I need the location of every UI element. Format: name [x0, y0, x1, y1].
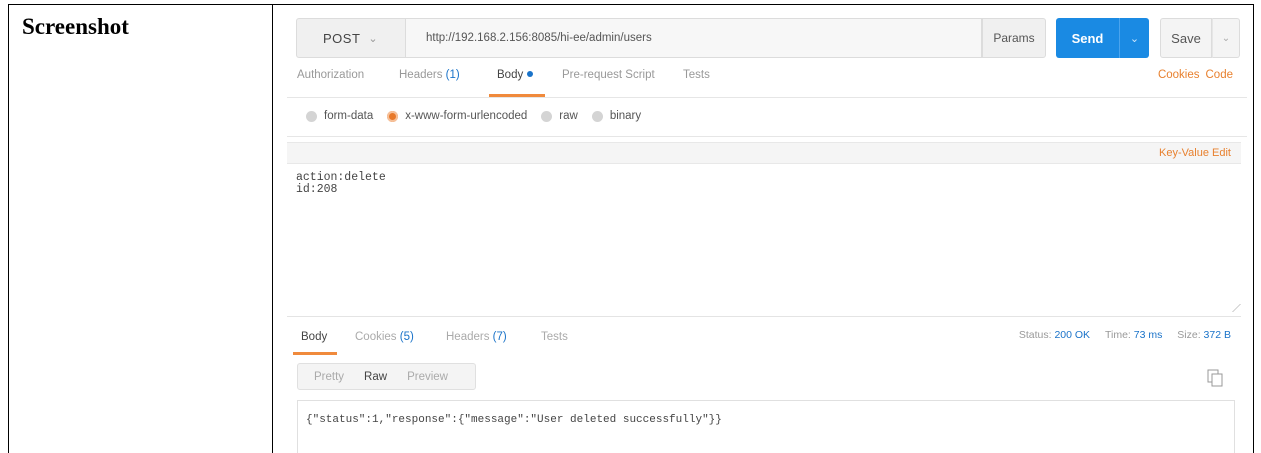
tab-label: Cookies	[355, 331, 397, 343]
request-tabs: Authorization Headers (1) Body Pre-reque…	[287, 69, 1247, 97]
response-tabs: Body Cookies (5) Headers (7) Tests Statu…	[287, 329, 1247, 355]
radio-form-data[interactable]: form-data	[306, 110, 373, 122]
method-label: POST	[323, 30, 361, 46]
radio-raw[interactable]: raw	[541, 110, 578, 122]
radio-label: x-www-form-urlencoded	[405, 110, 528, 122]
url-input[interactable]: http://192.168.2.156:8085/hi-ee/admin/us…	[406, 18, 982, 58]
radio-label: raw	[559, 110, 578, 122]
radio-circle-icon	[591, 110, 603, 122]
tab-label: Headers	[399, 69, 443, 81]
response-tab-cookies[interactable]: Cookies (5)	[355, 331, 414, 355]
response-tab-tests[interactable]: Tests	[541, 331, 568, 355]
radio-label: form-data	[324, 110, 374, 122]
tab-body[interactable]: Body	[488, 69, 546, 97]
tab-count: (5)	[399, 331, 414, 343]
radio-binary[interactable]: binary	[591, 110, 642, 122]
table-divider	[272, 4, 273, 453]
tab-label: Pre-request Script	[562, 69, 655, 81]
radio-label: binary	[609, 110, 642, 122]
postman-screenshot: POST ⌄ http://192.168.2.156:8085/hi-ee/a…	[287, 5, 1247, 453]
response-stats: Status: 200 OK Time: 73 ms Size: 372 B	[1019, 329, 1231, 341]
chevron-down-icon: ⌄	[1221, 32, 1231, 44]
size-value: 372 B	[1203, 329, 1231, 341]
tab-count: (7)	[492, 331, 507, 343]
copy-icon[interactable]	[1207, 369, 1223, 387]
time-value: 73 ms	[1133, 329, 1163, 341]
tab-label: Authorization	[297, 69, 365, 81]
resize-handle-icon[interactable]	[1225, 304, 1241, 312]
code-link[interactable]: Code	[1206, 69, 1234, 81]
divider	[287, 97, 1247, 98]
radio-circle-icon	[306, 110, 317, 122]
tab-tests[interactable]: Tests	[683, 69, 710, 97]
save-dropdown-button[interactable]: ⌄	[1212, 18, 1240, 58]
view-preview[interactable]: Preview	[407, 371, 448, 383]
view-raw[interactable]: Raw	[364, 371, 387, 383]
body-editor[interactable]: action:delete id:208	[287, 164, 1241, 317]
editor-toolbar: Key-Value Edit	[287, 142, 1241, 164]
request-bar: POST ⌄ http://192.168.2.156:8085/hi-ee/a…	[296, 18, 1240, 58]
radio-x-www-form-urlencoded[interactable]: x-www-form-urlencoded	[387, 110, 527, 122]
radio-selected-icon	[387, 110, 399, 122]
save-button[interactable]: Save	[1160, 18, 1212, 58]
send-button[interactable]: Send	[1056, 18, 1119, 58]
tab-authorization[interactable]: Authorization	[297, 69, 364, 97]
response-body[interactable]: {"status":1,"response":{"message":"User …	[297, 400, 1235, 453]
tab-count: (1)	[445, 69, 460, 81]
view-pretty[interactable]: Pretty	[314, 371, 344, 383]
send-dropdown-button[interactable]: ⌄	[1119, 18, 1149, 58]
tab-headers[interactable]: Headers (1)	[399, 69, 460, 97]
tab-label: Body	[301, 331, 328, 343]
view-mode-group: Pretty Raw Preview	[297, 363, 476, 390]
tab-links: Cookies Code	[1158, 69, 1233, 81]
tab-label: Tests	[683, 69, 710, 81]
cookies-link[interactable]: Cookies	[1158, 69, 1200, 81]
radio-circle-icon	[541, 110, 553, 122]
tab-label: Body	[497, 69, 524, 81]
response-text: {"status":1,"response":{"message":"User …	[306, 414, 722, 426]
doc-label: Screenshot	[22, 14, 129, 39]
status-label: Status:	[1018, 329, 1052, 341]
response-tab-headers[interactable]: Headers (7)	[446, 331, 507, 355]
tab-pre-request-script[interactable]: Pre-request Script	[562, 69, 655, 97]
method-select[interactable]: POST ⌄	[296, 18, 406, 58]
body-type-radios: form-data x-www-form-urlencoded raw bina…	[306, 106, 655, 126]
size-label: Size:	[1177, 329, 1201, 341]
tab-label: Headers	[446, 331, 490, 343]
chevron-down-icon: ⌄	[368, 32, 379, 45]
key-value-edit-link[interactable]: Key-Value Edit	[1159, 147, 1231, 159]
status-value: 200 OK	[1054, 329, 1091, 341]
response-tab-body[interactable]: Body	[292, 331, 338, 355]
divider	[287, 136, 1247, 137]
params-button[interactable]: Params	[982, 18, 1046, 58]
time-label: Time:	[1104, 329, 1131, 341]
body-text: action:delete id:208	[296, 171, 386, 196]
tab-label: Tests	[541, 331, 568, 343]
chevron-down-icon: ⌄	[1129, 32, 1140, 45]
modified-dot-icon	[527, 70, 534, 77]
